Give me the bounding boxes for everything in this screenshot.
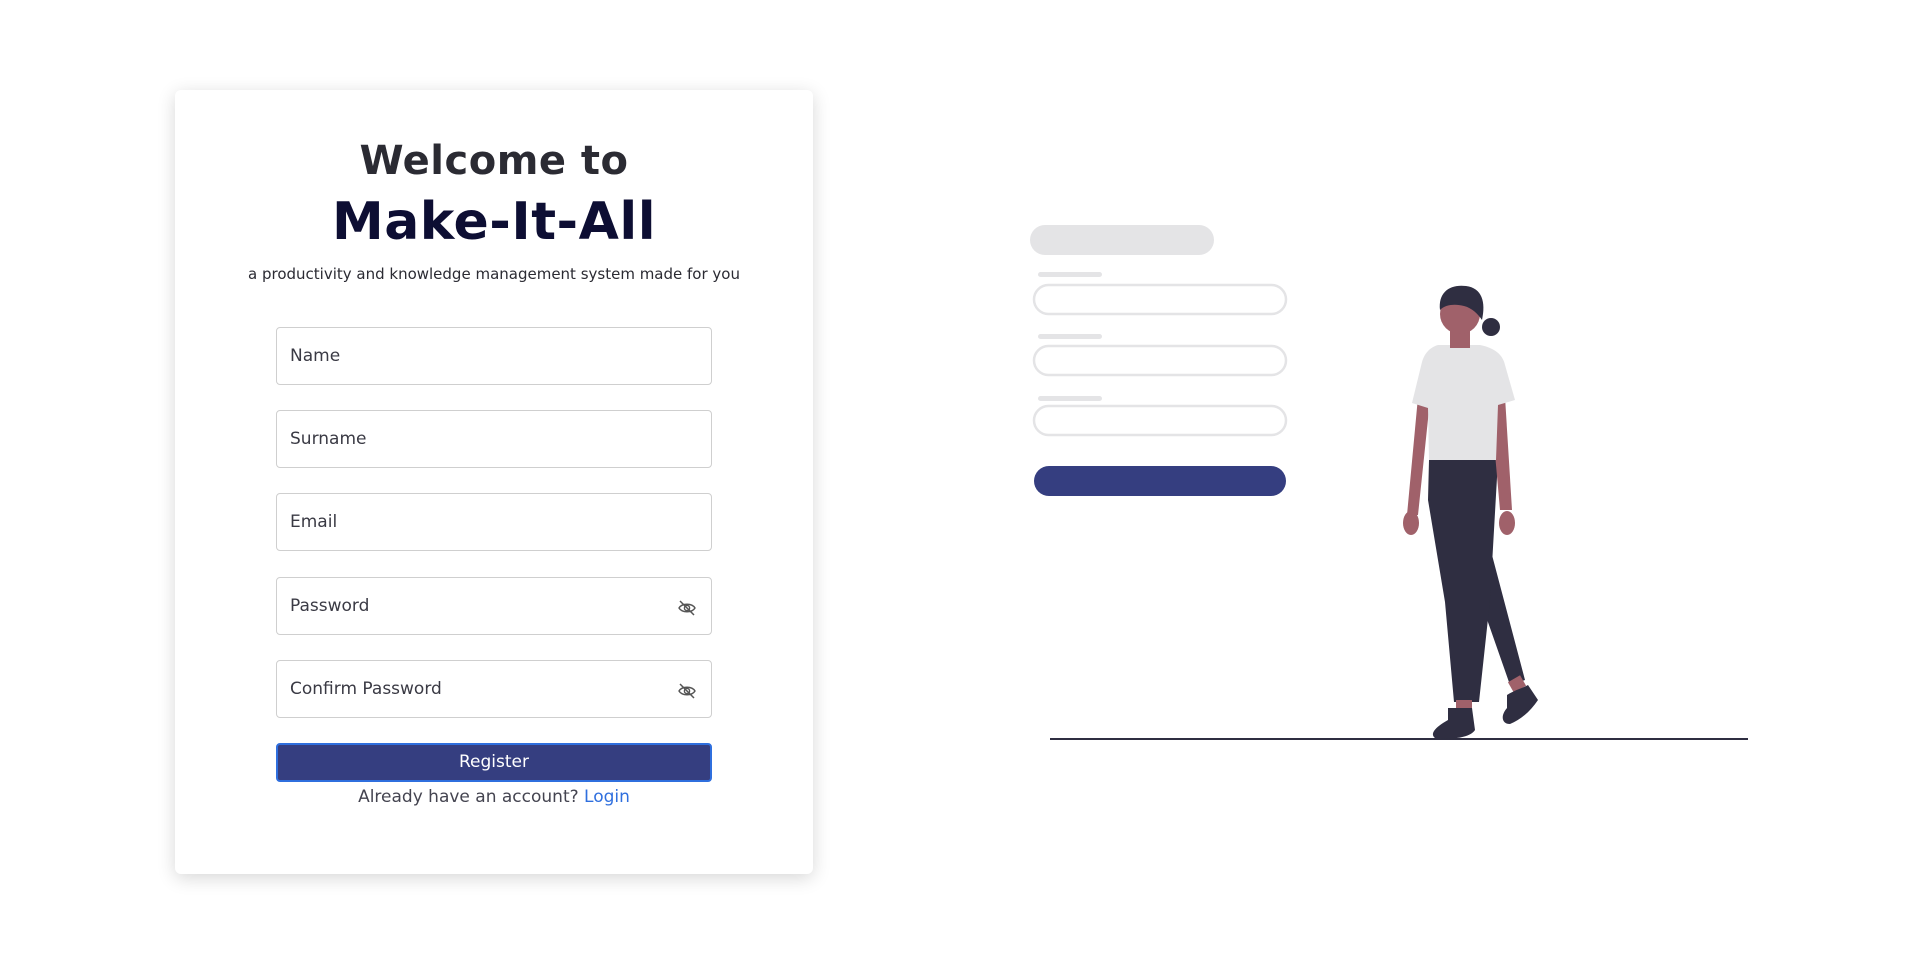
login-prompt-text: Already have an account? [358,787,579,807]
illustration-input-bar [1032,404,1288,437]
login-link[interactable]: Login [584,787,630,807]
name-placeholder: Name [290,346,341,366]
password-placeholder: Password [290,596,370,616]
illustration-form-title-bar [1030,225,1214,255]
register-page: Welcome to Make-It-All a productivity an… [0,0,1920,954]
illustration-input-bar [1032,344,1288,377]
email-input[interactable]: Email [276,493,712,551]
illustration-label-bar [1038,396,1102,401]
confirm-password-placeholder: Confirm Password [290,679,442,699]
confirm-password-input[interactable]: Confirm Password [276,660,712,718]
password-input[interactable]: Password [276,577,712,635]
email-placeholder: Email [290,512,338,532]
eye-slash-icon[interactable] [677,599,697,617]
register-card: Welcome to Make-It-All a productivity an… [175,90,813,874]
register-button[interactable]: Register [276,743,712,782]
app-name-heading: Make-It-All [331,192,657,252]
illustration-button-bar [1034,466,1286,496]
welcome-heading: Welcome to [359,138,629,184]
login-prompt-line: Already have an account? Login [175,787,813,807]
surname-placeholder: Surname [290,429,367,449]
illustration-input-bar [1032,283,1288,316]
tagline: a productivity and knowledge management … [248,265,740,283]
name-input[interactable]: Name [276,327,712,385]
eye-slash-icon[interactable] [677,682,697,700]
signup-illustration [1030,225,1748,740]
illustration-person [1403,285,1538,739]
illustration-label-bar [1038,334,1102,339]
surname-input[interactable]: Surname [276,410,712,468]
illustration-label-bar [1038,272,1102,277]
